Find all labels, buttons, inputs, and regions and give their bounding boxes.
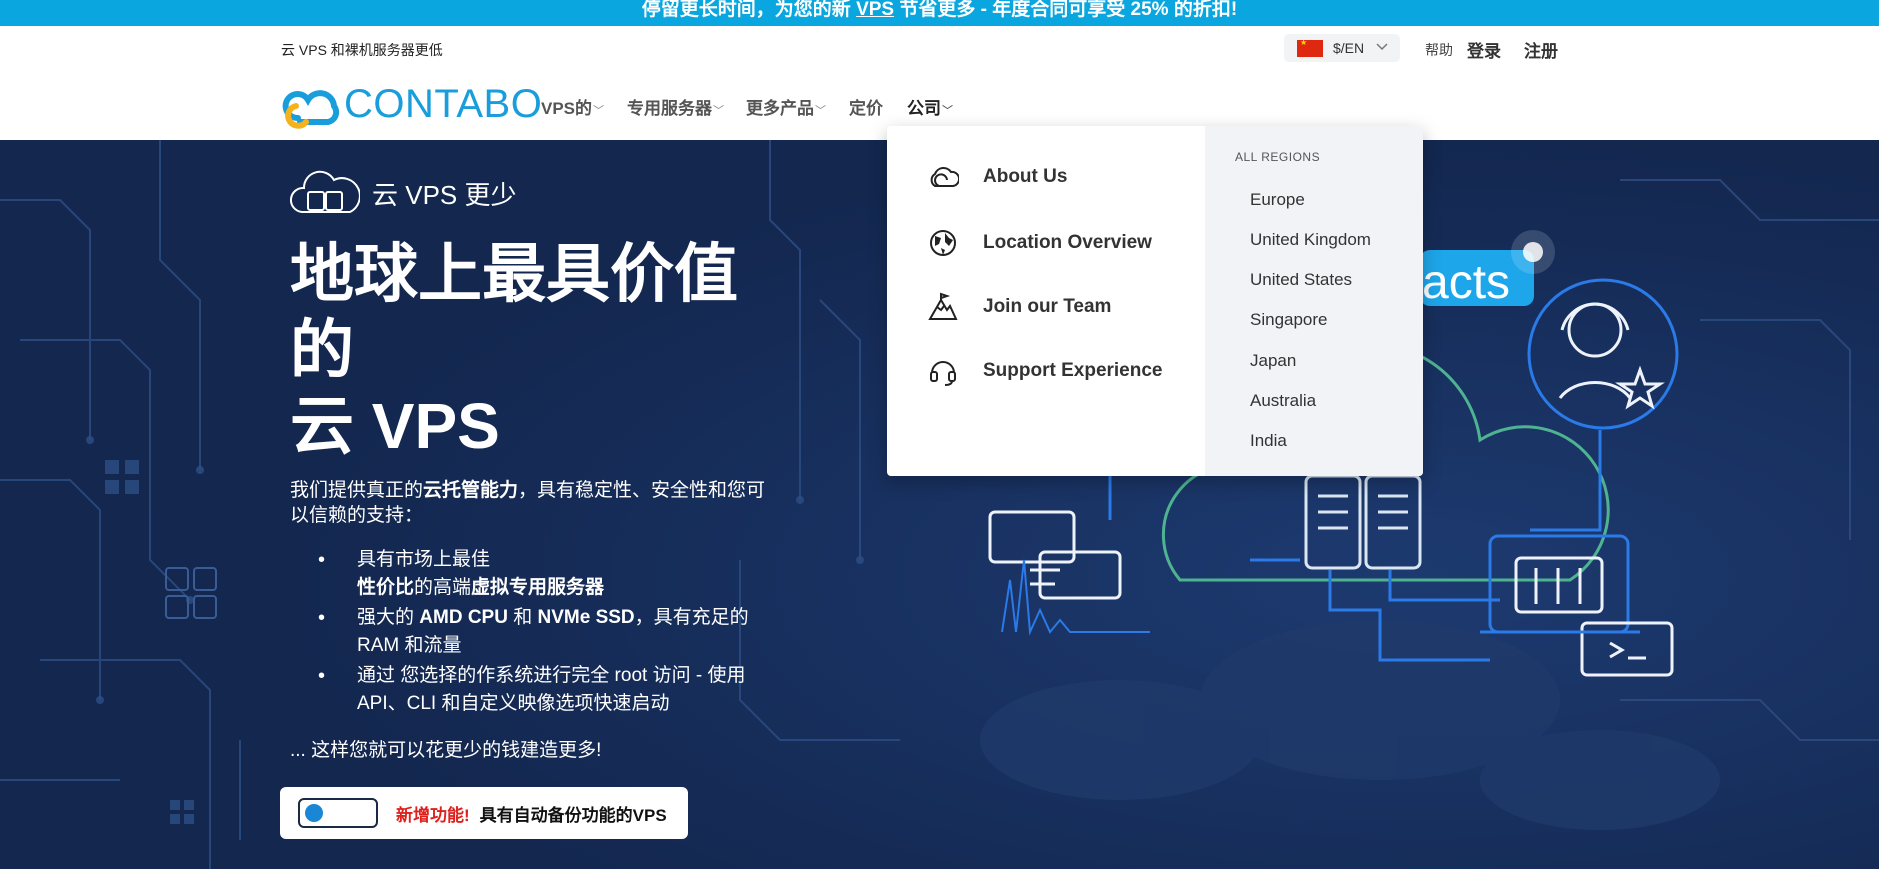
cloud-server-icon: [290, 170, 360, 213]
new-feature-label: 新增功能!: [396, 805, 470, 825]
china-flag-icon: [1297, 38, 1323, 57]
logo-wordmark: CONTABO: [344, 81, 543, 126]
feature-3-text: 通过 您选择的作系统进行完全 root 访问 - 使用 API、CLI 和自定义…: [357, 665, 746, 714]
tagline: 云 VPS 和裸机服务器更低: [281, 42, 443, 58]
dropdown-item-join-our-team[interactable]: Join our Team: [927, 292, 1111, 322]
lead-text-bold: 云托管能力: [423, 480, 519, 501]
hero-lead: 我们提供真正的云托管能力，具有稳定性、安全性和您可以信赖的支持：: [290, 478, 780, 528]
location-overview-label: Location Overview: [983, 232, 1152, 253]
dropdown-item-about-us[interactable]: About Us: [927, 164, 1067, 190]
region-link-singapore[interactable]: Singapore: [1250, 310, 1328, 330]
chevron-down-icon: [1376, 42, 1388, 54]
chevron-down-icon: ﹀: [815, 105, 826, 117]
hero-title: 地球上最具价值 的 云 VPS: [290, 236, 760, 464]
promo-vps-link[interactable]: VPS: [856, 0, 894, 20]
region-link-australia[interactable]: Australia: [1250, 391, 1316, 411]
dropdown-item-support-experience[interactable]: Support Experience: [927, 356, 1163, 386]
nav-more-products[interactable]: 更多产品﹀: [746, 94, 826, 119]
nav-dedicated-label: 专用服务器: [627, 99, 712, 118]
nav-more-label: 更多产品: [746, 99, 814, 118]
mountain-flag-icon: [928, 292, 958, 320]
feature-item-root-access: 通过 您选择的作系统进行完全 root 访问 - 使用 API、CLI 和自定义…: [310, 662, 780, 718]
chevron-down-icon: ﹀: [942, 105, 953, 117]
nav-vps[interactable]: VPS的﹀: [541, 94, 604, 119]
hero-subheading: 云 VPS 更少: [290, 170, 516, 216]
hero-closing-text: ... 这样您就可以花更少的钱建造更多!: [290, 740, 602, 761]
new-feature-card[interactable]: 新增功能! 具有自动备份功能的VPS: [280, 787, 688, 839]
regions-panel: ALL REGIONS Europe United Kingdom United…: [1205, 126, 1423, 476]
region-link-india[interactable]: India: [1250, 431, 1287, 451]
hero-title-line-3: 云 VPS: [290, 390, 500, 462]
language-currency-selector[interactable]: $/EN: [1284, 34, 1400, 62]
nav-company-label: 公司: [907, 99, 941, 118]
feature-2-c: 和: [507, 607, 538, 628]
region-link-japan[interactable]: Japan: [1250, 351, 1296, 371]
cloud-icon: [930, 167, 959, 187]
backup-toggle[interactable]: [298, 798, 378, 828]
feature-2-a: 强大的: [357, 607, 420, 628]
chevron-down-icon: ﹀: [593, 105, 605, 117]
promo-text-1: 停留更长时间，为您的新: [641, 0, 857, 20]
toggle-knob: [305, 804, 323, 822]
region-link-europe[interactable]: Europe: [1250, 190, 1305, 210]
regions-heading: ALL REGIONS: [1235, 150, 1321, 164]
help-link[interactable]: 帮助: [1425, 40, 1453, 60]
chevron-down-icon: ﹀: [713, 105, 724, 117]
feature-item-hardware: 强大的 AMD CPU 和 NVMe SSD，具有充足的 RAM 和流量: [310, 604, 780, 660]
dropdown-item-location-overview[interactable]: Location Overview: [927, 228, 1152, 258]
nav-dedicated-servers[interactable]: 专用服务器﹀: [627, 94, 724, 119]
new-feature-text: 具有自动备份功能的VPS: [479, 805, 667, 825]
register-link[interactable]: 注册: [1524, 37, 1558, 62]
currency-lang-label: $/EN: [1333, 40, 1365, 56]
feature-1-b: 性价比: [357, 577, 415, 598]
feature-list: 具有市场上最佳 性价比的高端虚拟专用服务器 强大的 AMD CPU 和 NVMe…: [310, 546, 780, 720]
feature-2-b: AMD CPU: [419, 607, 508, 628]
hero-subheading-text: 云 VPS 更少: [372, 179, 517, 210]
nav-company[interactable]: 公司﹀: [907, 94, 953, 119]
promo-text-2: 节省更多 - 年度合同可享受 25% 的折扣!: [894, 0, 1238, 20]
support-experience-label: Support Experience: [983, 360, 1163, 381]
promo-banner[interactable]: 停留更长时间，为您的新 VPS 节省更多 - 年度合同可享受 25% 的折扣!: [0, 0, 1879, 26]
nav-pricing-label: 定价: [849, 99, 883, 118]
nav-pricing[interactable]: 定价: [849, 94, 883, 119]
contabo-logo[interactable]: CONTABO: [280, 78, 542, 130]
nav-vps-label: VPS的: [541, 99, 593, 118]
globe-icon: [930, 230, 956, 256]
login-link[interactable]: 登录: [1467, 37, 1501, 62]
join-our-team-label: Join our Team: [983, 296, 1112, 317]
hero-title-line-1: 地球上最具价值: [290, 238, 738, 310]
company-links: About Us Location Overview Join our Team: [887, 126, 1205, 476]
feature-1-a: 具有市场上最佳: [357, 549, 491, 570]
hero-title-line-2: 的: [290, 314, 354, 386]
company-dropdown-menu: About Us Location Overview Join our Team: [887, 126, 1423, 476]
region-link-united-states[interactable]: United States: [1250, 270, 1352, 290]
feature-item-value: 具有市场上最佳 性价比的高端虚拟专用服务器: [310, 546, 780, 602]
about-us-label: About Us: [983, 166, 1068, 187]
feature-1-d: 虚拟专用服务器: [471, 577, 605, 598]
lead-text-a: 我们提供真正的: [290, 480, 424, 501]
feature-2-d: NVMe SSD: [537, 607, 635, 628]
utility-bar: 云 VPS 和裸机服务器更低 $/EN 帮助 登录 注册: [0, 26, 1879, 70]
feature-1-c: 的高端: [414, 577, 472, 598]
headset-icon: [930, 361, 956, 386]
contabo-cloud-logo-icon: [282, 90, 340, 129]
region-link-united-kingdom[interactable]: United Kingdom: [1250, 230, 1371, 250]
